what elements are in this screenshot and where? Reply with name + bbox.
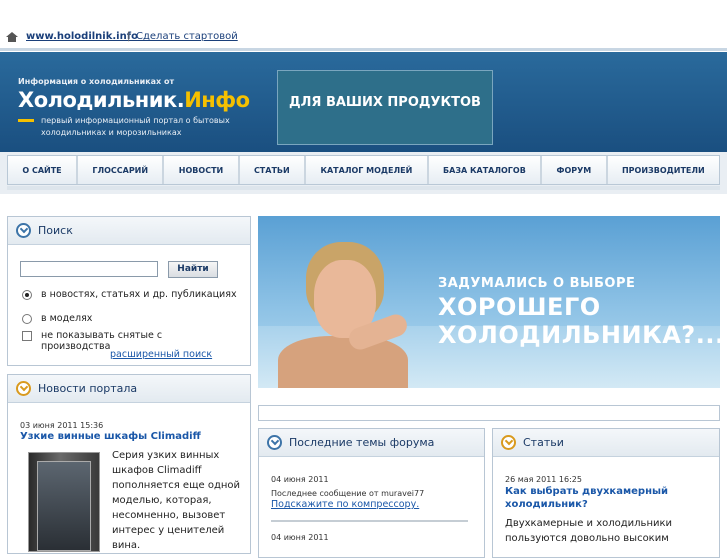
wine-cabinet-image[interactable]: [28, 452, 100, 552]
divider: [0, 48, 727, 51]
site-link[interactable]: www.holodilnik.info: [26, 31, 138, 42]
logo-accent-bar: [18, 119, 34, 122]
forum-panel-title: Последние темы форума: [289, 436, 435, 449]
chevron-down-icon: [267, 435, 282, 450]
articles-panel-header: Статьи: [493, 429, 719, 457]
top-bar: www.holodilnik.info | Сделать стартовой: [0, 0, 727, 52]
separator: |: [127, 31, 131, 42]
forum-date: 04 июня 2011: [271, 475, 329, 484]
search-input[interactable]: [20, 261, 158, 277]
nav-item-catalog-base[interactable]: БАЗА КАТАЛОГОВ: [428, 156, 543, 184]
banner-line-1: ЗАДУМАЛИСЬ О ВЫБОРЕ: [438, 276, 636, 291]
forum-date-2: 04 июня 2011: [271, 533, 329, 542]
nav-item-forum[interactable]: ФОРУМ: [542, 156, 608, 184]
site-header: Информация о холодильниках от Холодильни…: [0, 52, 727, 152]
search-panel-header: Поиск: [8, 217, 250, 245]
news-panel-title: Новости портала: [38, 382, 138, 395]
search-button[interactable]: Найти: [168, 261, 218, 278]
logo-main: Холодильник.: [18, 88, 185, 112]
articles-panel: Статьи 26 мая 2011 16:25 Как выбрать дву…: [492, 428, 720, 558]
banner-line-3: ХОЛОДИЛЬНИКА?...: [438, 321, 720, 349]
article-date: 26 мая 2011 16:25: [505, 475, 582, 484]
logo-tagline: Информация о холодильниках от: [18, 77, 175, 86]
radio-models[interactable]: [22, 314, 32, 324]
chevron-down-icon: [501, 435, 516, 450]
main-nav: О САЙТЕ ГЛОССАРИЙ НОВОСТИ СТАТЬИ КАТАЛОГ…: [0, 152, 727, 194]
checkbox-discontinued[interactable]: [22, 331, 32, 341]
forum-panel-header: Последние темы форума: [259, 429, 484, 457]
news-date: 03 июня 2011 15:36: [20, 421, 104, 430]
forum-topic-link[interactable]: Подскажите по компрессору.: [271, 499, 419, 510]
news-headline-link[interactable]: Узкие винные шкафы Climadiff: [20, 431, 201, 442]
hero-banner[interactable]: ЗАДУМАЛИСЬ О ВЫБОРЕ ХОРОШЕГО ХОЛОДИЛЬНИК…: [258, 216, 720, 388]
search-panel: Поиск Найти в новостях, статьях и др. пу…: [7, 216, 251, 366]
forum-last-message: Последнее сообщение от muravei77: [271, 489, 425, 498]
nav-item-about[interactable]: О САЙТЕ: [8, 156, 78, 184]
option-models-label: в моделях: [41, 313, 93, 324]
site-slogan: первый информационный портал о бытовых х…: [41, 116, 230, 137]
nav-item-news[interactable]: НОВОСТИ: [164, 156, 240, 184]
news-panel-header: Новости портала: [8, 375, 250, 403]
articles-panel-title: Статьи: [523, 436, 564, 449]
banner-line-2: ХОРОШЕГО: [438, 293, 601, 321]
home-icon[interactable]: [6, 32, 18, 42]
nav-item-articles[interactable]: СТАТЬИ: [239, 156, 307, 184]
nav-item-glossary[interactable]: ГЛОССАРИЙ: [77, 156, 165, 184]
logo-accent: Инфо: [184, 88, 250, 112]
site-logo[interactable]: Холодильник.Инфо: [18, 88, 250, 112]
nav-item-manufacturers[interactable]: ПРОИЗВОДИТЕЛИ: [607, 156, 720, 184]
empty-strip: [258, 405, 720, 421]
radio-news[interactable]: [22, 290, 32, 300]
forum-panel: Последние темы форума 04 июня 2011 После…: [258, 428, 485, 558]
nav-underline: [7, 186, 720, 190]
promo-text: ДЛЯ ВАШИХ ПРОДУКТОВ: [289, 95, 481, 110]
article-headline-link[interactable]: Как выбрать двухкамерный холодильник?: [505, 485, 705, 511]
advanced-search-link[interactable]: расширенный поиск: [110, 349, 212, 360]
make-start-page-link[interactable]: Сделать стартовой: [136, 31, 238, 42]
nav-item-model-catalog[interactable]: КАТАЛОГ МОДЕЛЕЙ: [306, 156, 429, 184]
divider: [271, 520, 468, 522]
chevron-down-icon: [16, 223, 31, 238]
news-panel: Новости портала 03 июня 2011 15:36 Узкие…: [7, 374, 251, 554]
chevron-down-icon: [16, 381, 31, 396]
option-news-label: в новостях, статьях и др. публикациях: [41, 289, 237, 300]
woman-image: [278, 236, 410, 388]
promo-banner[interactable]: ДЛЯ ВАШИХ ПРОДУКТОВ: [277, 70, 493, 145]
search-panel-title: Поиск: [38, 224, 73, 237]
article-text: Двухкамерные и холодильники пользуются д…: [505, 518, 673, 544]
news-text: Серия узких винных шкафов Climadiff попо…: [112, 450, 241, 551]
